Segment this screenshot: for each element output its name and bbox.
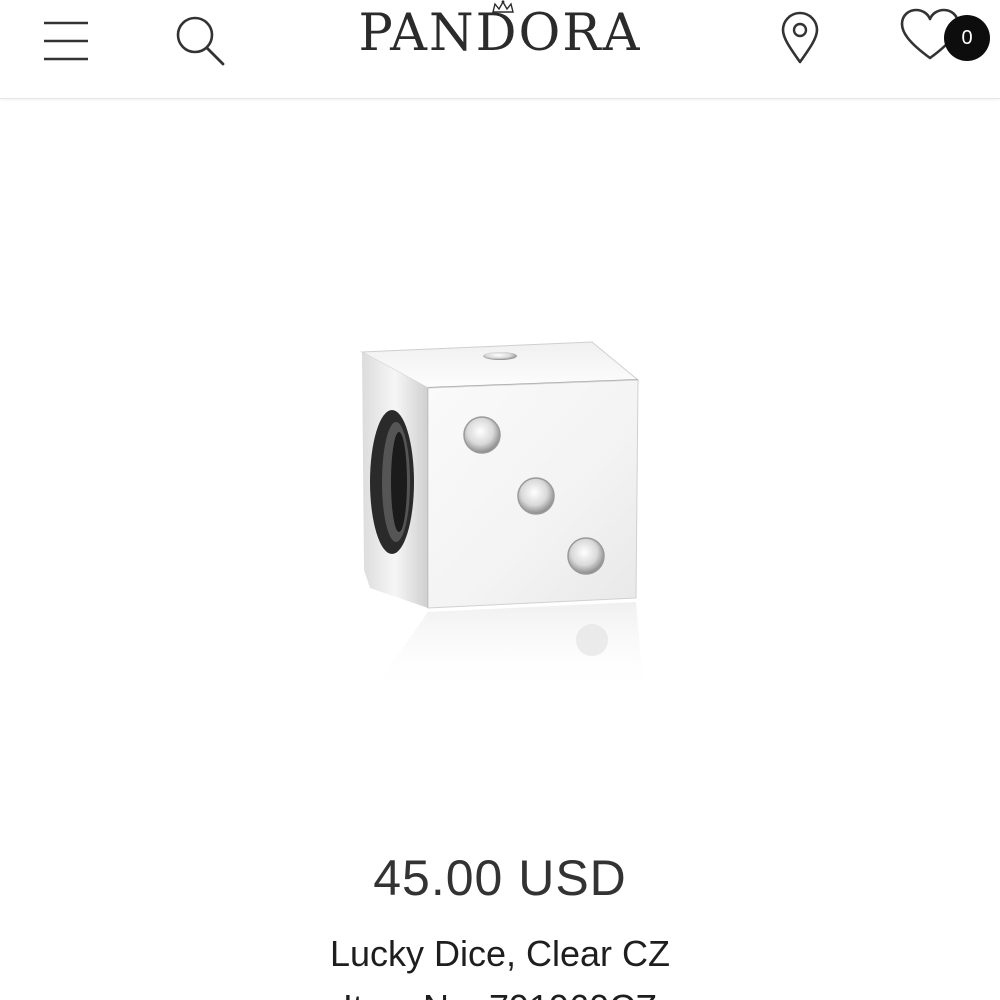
lucky-dice-charm-image <box>360 341 644 695</box>
brand-wordmark: PANDORA <box>358 4 642 63</box>
wishlist-count-badge: 0 <box>944 15 990 61</box>
product-price: 45.00 USD <box>373 850 627 906</box>
location-pin-icon <box>781 11 819 64</box>
store-locator-button[interactable] <box>772 6 828 66</box>
menu-button[interactable] <box>40 12 96 62</box>
product-image[interactable] <box>330 320 670 720</box>
search-icon <box>176 16 225 66</box>
brand-logo[interactable]: PANDORA <box>340 0 660 70</box>
site-header: PANDORA 0 <box>0 0 1000 99</box>
product-page: PANDORA 0 45.00 USD Lucky Dice, Clear CZ <box>0 0 1000 1000</box>
product-item-number: Item No. 791960CZ <box>0 986 1000 1000</box>
hamburger-menu-icon <box>44 21 88 61</box>
product-name: Lucky Dice, Clear CZ <box>329 933 671 974</box>
search-button[interactable] <box>170 8 230 66</box>
